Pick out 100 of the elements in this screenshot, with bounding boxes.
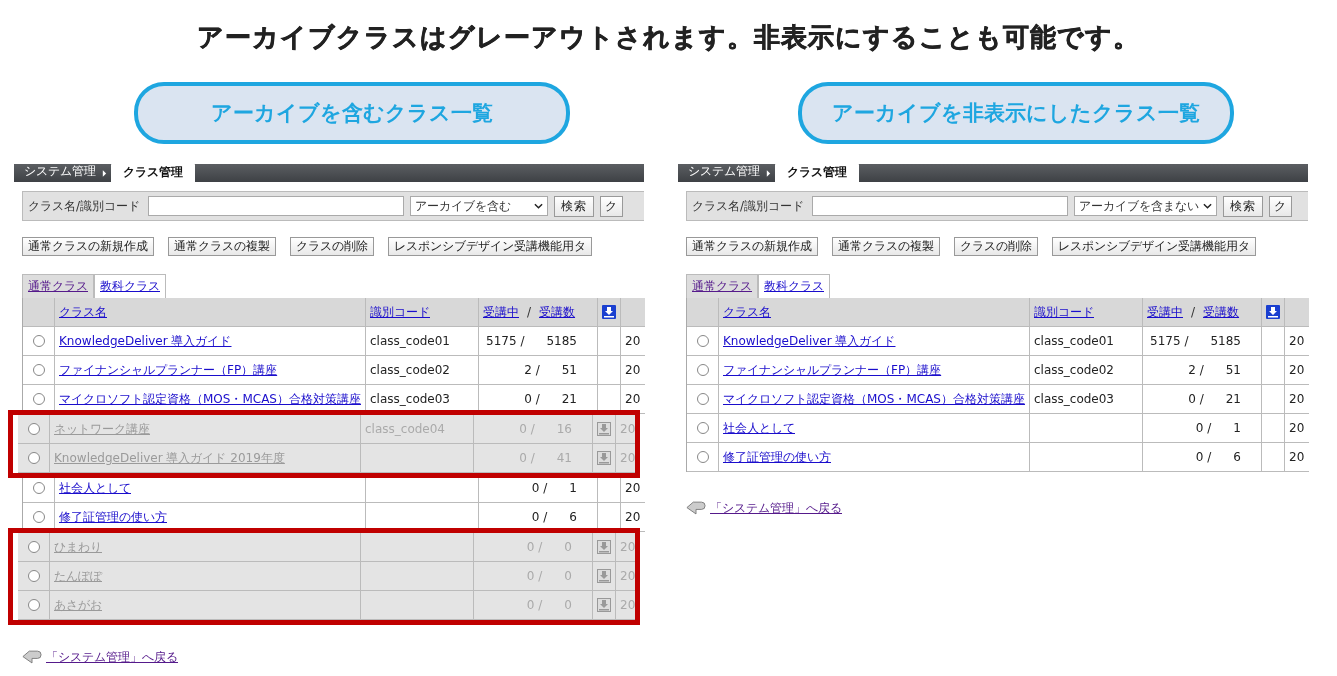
tab[interactable]: 教科クラス — [94, 274, 166, 298]
tab[interactable]: 教科クラス — [758, 274, 830, 298]
date-cell: 20 — [620, 422, 635, 436]
enrolled-count: 0 / — [1188, 392, 1204, 406]
radio-button[interactable] — [32, 511, 45, 523]
sort-link[interactable]: 受講数 — [539, 303, 576, 321]
clear-button[interactable]: ク — [1269, 195, 1293, 217]
radio-button[interactable] — [32, 482, 45, 494]
class-code: class_code01 — [370, 334, 450, 348]
enrolled-count: 0 / — [519, 422, 535, 436]
radio-button[interactable] — [32, 364, 45, 376]
search-button[interactable]: 検索 — [554, 195, 595, 217]
search-field[interactable] — [148, 196, 405, 216]
date-cell: 20 — [620, 598, 635, 612]
radio-button[interactable] — [696, 451, 709, 463]
separator-text: / — [527, 305, 532, 319]
download-icon[interactable] — [1266, 305, 1280, 319]
radio-button[interactable] — [27, 599, 40, 611]
sort-link[interactable]: 識別コード — [370, 303, 430, 321]
caption-pill: アーカイブを含むクラス一覧 — [134, 82, 570, 144]
class-code: class_code03 — [1034, 392, 1114, 406]
total-count: 5185 — [1210, 334, 1241, 348]
enrolled-count: 0 / — [524, 392, 540, 406]
enrolled-count: 0 / — [1195, 450, 1212, 464]
breadcrumb-item[interactable]: システム管理 — [14, 163, 102, 182]
sort-link[interactable]: クラス名 — [59, 303, 107, 321]
action-button[interactable]: 通常クラスの複製 — [832, 237, 940, 256]
back-arrow-icon — [22, 650, 42, 665]
enrolled-count: 0 / — [519, 451, 535, 465]
tab[interactable]: 通常クラス — [22, 274, 94, 298]
caption-pill: アーカイブを非表示にしたクラス一覧 — [798, 82, 1234, 144]
action-button[interactable]: レスポンシブデザイン受講機能用タ — [388, 237, 592, 256]
total-count: 6 — [569, 510, 577, 524]
date-cell: 20 — [1289, 363, 1305, 377]
action-button[interactable]: 通常クラスの複製 — [168, 237, 276, 256]
total-count: 41 — [556, 451, 572, 465]
radio-button[interactable] — [27, 570, 40, 582]
enrolled-count: 0 / — [526, 569, 543, 583]
search-button[interactable]: 検索 — [1223, 195, 1264, 217]
total-count: 21 — [561, 392, 577, 406]
back-link[interactable]: 「システム管理」へ戻る — [46, 649, 178, 666]
search-field[interactable] — [812, 196, 1069, 216]
breadcrumb-item[interactable]: クラス管理 — [111, 163, 195, 182]
total-count: 1 — [1233, 421, 1241, 435]
date-cell: 20 — [620, 569, 635, 583]
class-name-link[interactable]: KnowledgeDeliver 導入ガイド — [59, 332, 232, 350]
action-button[interactable]: クラスの削除 — [290, 237, 374, 256]
back-link[interactable]: 「システム管理」へ戻る — [710, 500, 842, 517]
sort-link[interactable]: 受講数 — [1203, 303, 1240, 321]
class-name-link[interactable]: KnowledgeDeliver 導入ガイド — [723, 332, 896, 350]
class-name-link[interactable]: マイクロソフト認定資格（MOS・MCAS）合格対策講座 — [723, 390, 1025, 408]
archive-filter-dropdown[interactable]: アーカイブを含まない — [1074, 196, 1218, 216]
total-count: 5185 — [546, 334, 577, 348]
sort-link[interactable]: 識別コード — [1034, 303, 1094, 321]
radio-button[interactable] — [27, 452, 40, 464]
sort-link[interactable]: クラス名 — [723, 303, 771, 321]
sort-link[interactable]: 受講中 — [483, 303, 519, 321]
date-cell: 20 — [1289, 421, 1305, 435]
breadcrumb-item[interactable]: システム管理 — [678, 163, 766, 182]
radio-button[interactable] — [32, 335, 45, 347]
date-cell: 20 — [1289, 334, 1305, 348]
caret-icon — [534, 203, 544, 209]
download-icon[interactable] — [602, 305, 616, 319]
action-button[interactable]: 通常クラスの新規作成 — [686, 237, 818, 256]
breadcrumb-item[interactable]: クラス管理 — [775, 163, 859, 182]
total-count: 0 — [564, 598, 572, 612]
total-count: 51 — [1225, 363, 1241, 377]
class-name-link[interactable]: ファイナンシャルプランナー（FP）講座 — [723, 361, 942, 379]
radio-button[interactable] — [696, 335, 709, 347]
search-label: クラス名/識別コード — [692, 197, 805, 215]
radio-button[interactable] — [27, 423, 40, 435]
date-cell: 20 — [625, 334, 641, 348]
radio-button[interactable] — [27, 541, 40, 553]
sort-link[interactable]: 受講中 — [1147, 303, 1183, 321]
action-button[interactable]: クラスの削除 — [954, 237, 1038, 256]
action-button[interactable]: 通常クラスの新規作成 — [22, 237, 154, 256]
total-count: 16 — [556, 422, 572, 436]
class-name-link[interactable]: 社会人として — [59, 479, 131, 497]
class-name-link[interactable]: マイクロソフト認定資格（MOS・MCAS）合格対策講座 — [59, 390, 361, 408]
total-count: 0 — [564, 540, 572, 554]
chevron-icon — [102, 169, 107, 178]
caret-icon — [1203, 203, 1213, 209]
date-cell: 20 — [625, 363, 641, 377]
radio-button[interactable] — [696, 422, 709, 434]
enrolled-count: 2 / — [1188, 363, 1204, 377]
radio-button[interactable] — [696, 364, 709, 376]
enrolled-count: 5175 / — [486, 334, 525, 348]
date-cell: 20 — [1289, 392, 1305, 406]
clear-button[interactable]: ク — [600, 195, 624, 217]
class-name-link[interactable]: ファイナンシャルプランナー（FP）講座 — [59, 361, 278, 379]
archive-filter-dropdown[interactable]: アーカイブを含む — [410, 196, 549, 216]
action-button[interactable]: レスポンシブデザイン受講機能用タ — [1052, 237, 1256, 256]
date-cell: 20 — [625, 510, 641, 524]
class-name-link[interactable]: 修了証管理の使い方 — [723, 448, 831, 466]
radio-button[interactable] — [696, 393, 709, 405]
class-code: class_code03 — [370, 392, 450, 406]
class-name-link[interactable]: 社会人として — [723, 419, 795, 437]
class-name-link[interactable]: 修了証管理の使い方 — [59, 508, 167, 526]
radio-button[interactable] — [32, 393, 45, 405]
tab[interactable]: 通常クラス — [686, 274, 758, 298]
